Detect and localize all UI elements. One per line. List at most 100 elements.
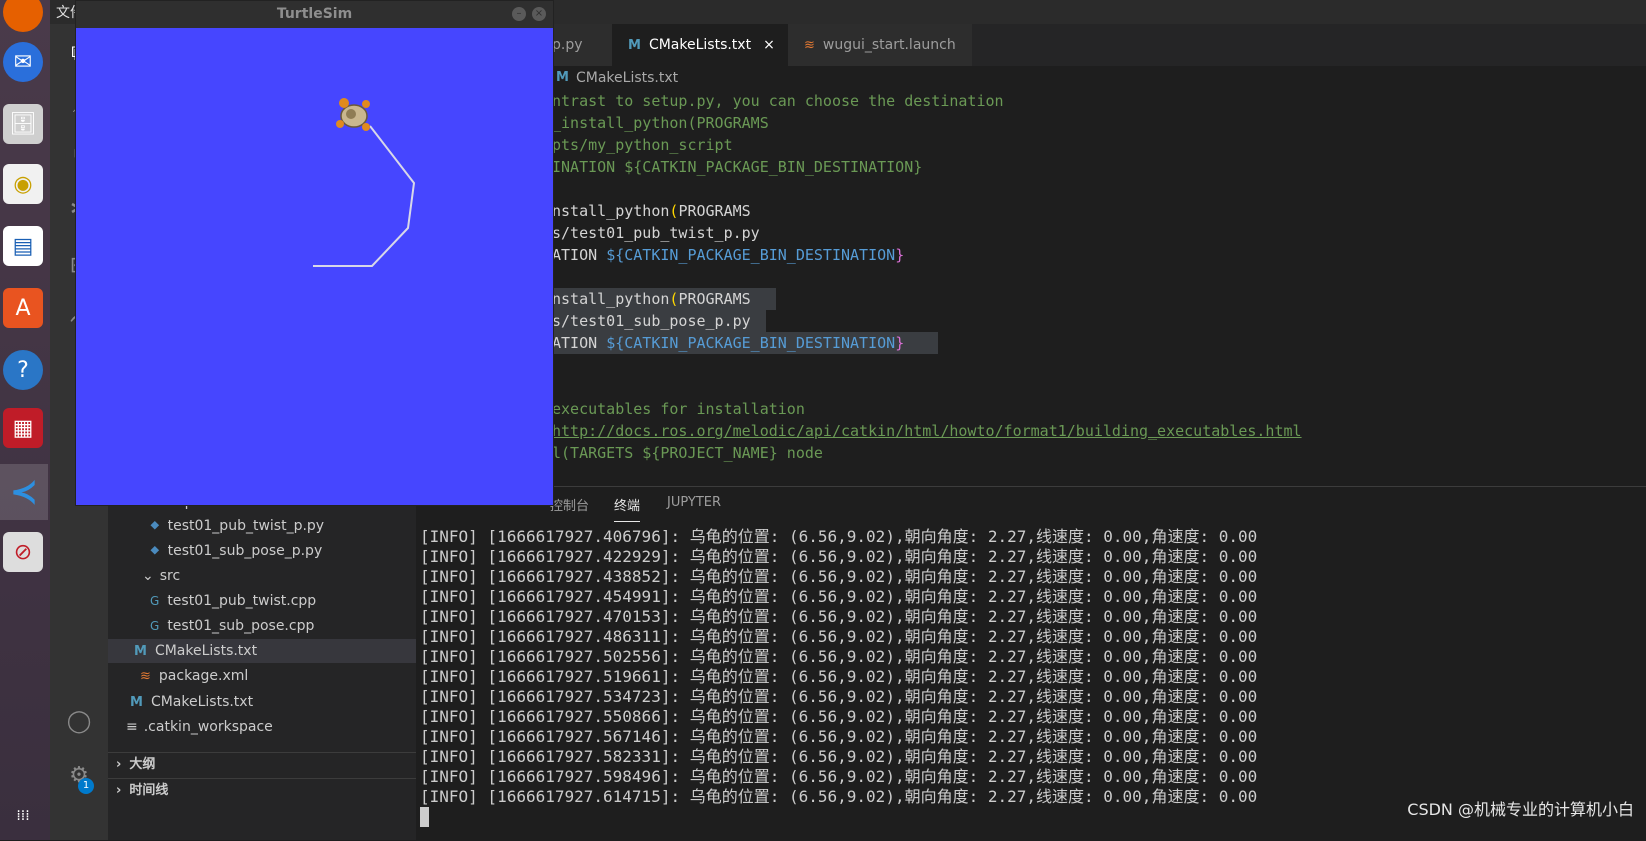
terminal-line: [INFO] [1666617927.550866]: 乌龟的位置: (6.56… — [420, 707, 1258, 726]
terminal-line: [INFO] [1666617927.406796]: 乌龟的位置: (6.56… — [420, 527, 1258, 546]
tree-label: CMakeLists.txt — [154, 643, 258, 659]
close-icon[interactable]: × — [763, 37, 775, 53]
code-token: nstall_python — [552, 290, 670, 308]
tab-label: wugui_start.launch — [822, 37, 956, 53]
code-token: ATION — [552, 246, 607, 264]
code-line: l(TARGETS ${PROJECT_NAME} node — [552, 444, 823, 462]
code-token: ATION — [552, 334, 607, 352]
tree-label: test01_sub_pose_p.py — [167, 543, 323, 559]
tree-label: .catkin_workspace — [143, 719, 273, 735]
terminal-output[interactable]: [INFO] [1666617927.406796]: 乌龟的位置: (6.56… — [420, 527, 1257, 807]
terminal-line: [INFO] [1666617927.486311]: 乌龟的位置: (6.56… — [420, 627, 1258, 646]
terminal-line: [INFO] [1666617927.422929]: 乌龟的位置: (6.56… — [420, 547, 1258, 566]
code-line: nstall_python(PROGRAMS — [552, 200, 751, 222]
python-file-icon: ⯁ — [150, 519, 160, 533]
section-label: 时间线 — [129, 783, 169, 798]
close-icon[interactable]: × — [532, 7, 546, 21]
turtlesim-window[interactable]: TurtleSim – × — [75, 0, 554, 506]
terminal-line: [INFO] [1666617927.614715]: 乌龟的位置: (6.56… — [420, 787, 1258, 806]
terminal-line: [INFO] [1666617927.534723]: 乌龟的位置: (6.56… — [420, 687, 1258, 706]
turtlesim-title-bar[interactable]: TurtleSim — [76, 1, 553, 28]
tree-file-pub-twist-cpp[interactable]: Gtest01_pub_twist.cpp — [150, 589, 316, 613]
tab-cmakelists[interactable]: M CMakeLists.txt × — [612, 24, 792, 66]
ubuntu-dock: ✉ 🗄 ◉ ▤ A ? ▦ ≺ ⊘ ⁞⁞⁞ — [0, 0, 50, 840]
software-center-icon[interactable]: A — [3, 288, 43, 328]
code-token: CATKIN_PACKAGE_BIN_DESTINATION — [624, 334, 896, 352]
code-line-selected: ATION ${CATKIN_PACKAGE_BIN_DESTINATION} — [552, 332, 938, 354]
chevron-right-icon: › — [116, 783, 122, 798]
cmake-file-icon: M — [556, 70, 569, 85]
python-file-icon: ⯁ — [150, 544, 160, 558]
tree-label: src — [159, 568, 181, 584]
tab-label: p.py — [552, 37, 583, 53]
tree-file-catkin-workspace[interactable]: ≡ .catkin_workspace — [126, 715, 273, 739]
tree-label: CMakeLists.txt — [150, 694, 254, 710]
code-line: ntrast to setup.py, you can choose the d… — [552, 92, 1004, 110]
tab-terminal[interactable]: 终端 — [614, 495, 641, 522]
tab-label: CMakeLists.txt — [648, 37, 752, 53]
tree-label: package.xml — [158, 668, 249, 684]
code-line-selected: nstall_python(PROGRAMS — [552, 288, 776, 310]
rss-icon: ≋ — [804, 38, 815, 53]
turtle-icon — [336, 98, 370, 131]
bottom-panel: 控制台 终端 JUPYTER [INFO] [1666617927.406796… — [416, 486, 1646, 841]
outline-section[interactable]: › 大纲 — [108, 752, 416, 777]
file-cabinet-icon[interactable]: 🗄 — [3, 104, 43, 144]
tab-launch-file[interactable]: ≋ wugui_start.launch — [788, 24, 973, 66]
writer-icon[interactable]: ▤ — [3, 226, 43, 266]
code-line: executables for installation — [552, 400, 805, 418]
tree-label: test01_pub_twist_p.py — [167, 518, 325, 534]
terminal-line: [INFO] [1666617927.470153]: 乌龟的位置: (6.56… — [420, 607, 1258, 626]
terminal-line: [INFO] [1666617927.582331]: 乌龟的位置: (6.56… — [420, 747, 1258, 766]
terminal-line: [INFO] [1666617927.454991]: 乌龟的位置: (6.56… — [420, 587, 1258, 606]
tree-folder-src[interactable]: ⌄ src — [142, 564, 180, 588]
cpp-file-icon: G — [150, 594, 160, 608]
chevron-down-icon: ⌄ — [142, 568, 154, 584]
terminal-line: [INFO] [1666617927.598496]: 乌龟的位置: (6.56… — [420, 767, 1258, 786]
code-link[interactable]: http://docs.ros.org/melodic/api/catkin/h… — [552, 420, 1302, 442]
thunderbird-icon[interactable]: ✉ — [3, 42, 43, 82]
firefox-icon[interactable] — [3, 0, 43, 32]
code-view[interactable]: ntrast to setup.py, you can choose the d… — [416, 90, 1646, 486]
code-token: } — [895, 246, 905, 264]
code-token: PROGRAMS — [678, 202, 751, 220]
rhythmbox-icon[interactable]: ◉ — [3, 164, 43, 204]
tree-file-pub-twist-py[interactable]: ⯁ test01_pub_twist_p.py — [150, 514, 324, 538]
account-icon[interactable]: ◯ — [62, 704, 96, 738]
tree-file-package-xml[interactable]: ≋ package.xml — [140, 664, 248, 688]
breadcrumb-item[interactable]: CMakeLists.txt — [576, 66, 678, 90]
code-line: s/test01_pub_twist_p.py — [552, 224, 760, 242]
turtlesim-canvas — [313, 98, 416, 267]
tree-file-sub-pose-cpp[interactable]: Gtest01_sub_pose.cpp — [150, 614, 314, 638]
chevron-right-icon: › — [116, 757, 122, 772]
vscode-dock-icon[interactable]: ≺ — [0, 464, 48, 520]
tree-label: test01_sub_pose.cpp — [167, 618, 315, 634]
terminal-line: [INFO] [1666617927.438852]: 乌龟的位置: (6.56… — [420, 567, 1258, 586]
code-token: } — [895, 334, 905, 352]
code-token: PROGRAMS — [678, 290, 751, 308]
cpp-file-icon: G — [150, 619, 160, 633]
text-file-icon: ≡ — [126, 719, 138, 735]
turtle-trail — [313, 125, 416, 267]
terminal-app-icon[interactable]: ▦ — [3, 408, 43, 448]
tab-debug-console[interactable]: 控制台 — [550, 495, 589, 521]
code-token: ${ — [606, 246, 625, 264]
minimize-icon[interactable]: – — [512, 7, 526, 21]
show-apps-icon[interactable]: ⁞⁞⁞ — [3, 796, 43, 836]
terminal-line: [INFO] [1666617927.567146]: 乌龟的位置: (6.56… — [420, 727, 1258, 746]
blocked-icon[interactable]: ⊘ — [3, 532, 43, 572]
tab-jupyter[interactable]: JUPYTER — [667, 495, 721, 521]
terminal-cursor — [420, 807, 429, 827]
help-icon[interactable]: ? — [3, 350, 43, 390]
timeline-section[interactable]: › 时间线 — [108, 778, 416, 803]
tree-file-cmakelists-selected[interactable]: M CMakeLists.txt — [108, 639, 416, 663]
breadcrumb: M CMakeLists.txt — [416, 66, 1646, 90]
code-line: INATION ${CATKIN_PACKAGE_BIN_DESTINATION… — [552, 158, 923, 176]
cmake-file-icon: M — [628, 38, 641, 53]
cmake-file-icon: M — [130, 695, 143, 710]
code-line: ATION ${CATKIN_PACKAGE_BIN_DESTINATION} — [552, 244, 904, 266]
tree-file-root-cmakelists[interactable]: M CMakeLists.txt — [130, 690, 253, 714]
code-line: pts/my_python_script — [552, 136, 733, 154]
tree-file-sub-pose-py[interactable]: ⯁ test01_sub_pose_p.py — [150, 539, 322, 563]
code-token: nstall_python — [552, 202, 670, 220]
